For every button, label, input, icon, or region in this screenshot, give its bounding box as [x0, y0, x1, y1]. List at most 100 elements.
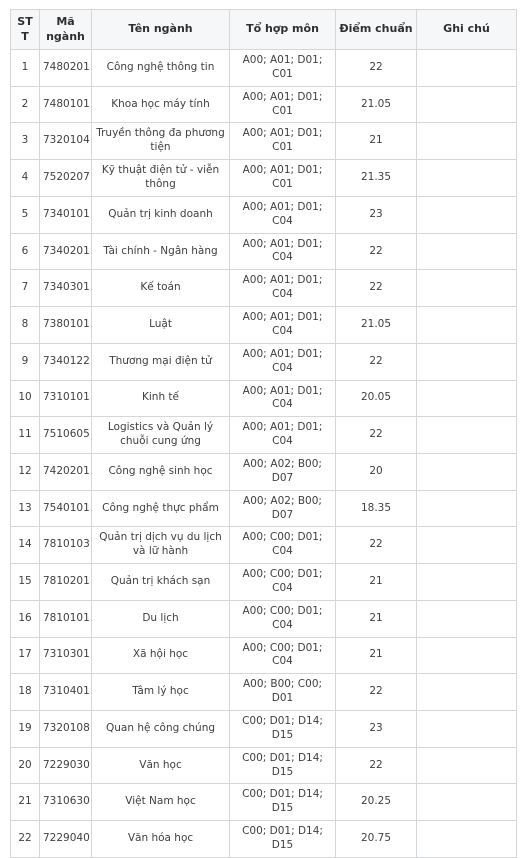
row-diem-chuan: 18.35 [335, 489, 417, 528]
row-ghi-chu [416, 526, 517, 565]
row-ghi-chu [416, 673, 517, 711]
table-body: 1 7480201 Công nghệ thông tin A00; A01; D01… [10, 49, 517, 858]
column-header-ten-nganh: Tên ngành [91, 8, 230, 51]
row-ten-nganh: Quản trị dịch vụ du lịch và lữ hành [91, 526, 230, 565]
column-header-ma-nganh: Mã ngành [39, 8, 92, 51]
row-diem-chuan: 21.05 [335, 85, 417, 124]
row-to-hop-mon: A00; C00; D01; C04 [229, 599, 336, 638]
row-ma-nganh: 7540101 [39, 489, 92, 528]
page-root: STT Mã ngành Tên ngành Tổ hợp môn Điểm c… [0, 0, 527, 858]
row-ghi-chu [416, 232, 517, 271]
row-ma-nganh: 7340101 [39, 195, 92, 234]
row-to-hop-mon: A00; C00; D01; C04 [229, 636, 336, 675]
row-ma-nganh: 7810201 [39, 563, 92, 601]
table-row: 9 7340122 Thương mại điện tử A00; A01; D01;… [10, 342, 517, 381]
row-diem-chuan: 23 [335, 195, 417, 234]
row-ten-nganh: Khoa học máy tính [91, 85, 230, 124]
row-ten-nganh: Tâm lý học [91, 673, 230, 711]
row-to-hop-mon: C00; D01; D14; D15 [229, 783, 336, 822]
row-to-hop-mon: A00; A01; D01; C01 [229, 49, 336, 87]
row-ten-nganh: Thương mại điện tử [91, 342, 230, 381]
row-ma-nganh: 7310630 [39, 783, 92, 822]
row-diem-chuan: 21 [335, 599, 417, 638]
row-ma-nganh: 7310401 [39, 673, 92, 711]
column-header-stt: STT [10, 8, 40, 51]
row-ten-nganh: Kế toán [91, 269, 230, 308]
row-ten-nganh: Quan hệ công chúng [91, 709, 230, 748]
row-diem-chuan: 21.35 [335, 159, 417, 197]
row-ma-nganh: 7480201 [39, 49, 92, 87]
row-diem-chuan: 21.05 [335, 306, 417, 344]
table-row: 7 7340301 Kế toán A00; A01; D01; C04 22 [10, 269, 517, 308]
row-ma-nganh: 7810101 [39, 599, 92, 638]
row-to-hop-mon: A00; A01; D01; C04 [229, 269, 336, 308]
row-diem-chuan: 21 [335, 122, 417, 161]
row-to-hop-mon: A00; A01; D01; C04 [229, 416, 336, 454]
row-diem-chuan: 22 [335, 416, 417, 454]
row-stt: 15 [10, 563, 40, 601]
row-stt: 11 [10, 416, 40, 454]
row-ghi-chu [416, 122, 517, 161]
row-stt: 20 [10, 746, 40, 785]
row-diem-chuan: 22 [335, 269, 417, 308]
row-ma-nganh: 7340201 [39, 232, 92, 271]
row-ma-nganh: 7380101 [39, 306, 92, 344]
row-stt: 6 [10, 232, 40, 271]
row-ten-nganh: Kinh tế [91, 379, 230, 418]
row-ma-nganh: 7320108 [39, 709, 92, 748]
row-stt: 14 [10, 526, 40, 565]
row-ma-nganh: 7310301 [39, 636, 92, 675]
row-to-hop-mon: C00; D01; D14; D15 [229, 820, 336, 858]
row-ghi-chu [416, 709, 517, 748]
row-to-hop-mon: A00; A02; B00; D07 [229, 452, 336, 491]
row-diem-chuan: 20.25 [335, 783, 417, 822]
row-ghi-chu [416, 159, 517, 197]
row-ma-nganh: 7310101 [39, 379, 92, 418]
row-to-hop-mon: A00; A01; D01; C01 [229, 159, 336, 197]
row-stt: 7 [10, 269, 40, 308]
row-ma-nganh: 7510605 [39, 416, 92, 454]
row-ghi-chu [416, 746, 517, 785]
row-ma-nganh: 7229040 [39, 820, 92, 858]
table-row: 18 7310401 Tâm lý học A00; B00; C00; D01 22 [10, 673, 517, 711]
row-stt: 12 [10, 452, 40, 491]
row-stt: 5 [10, 195, 40, 234]
row-ten-nganh: Việt Nam học [91, 783, 230, 822]
table-row: 5 7340101 Quản trị kinh doanh A00; A01; D01… [10, 195, 517, 234]
row-diem-chuan: 22 [335, 526, 417, 565]
row-ten-nganh: Quản trị khách sạn [91, 563, 230, 601]
row-diem-chuan: 20.75 [335, 820, 417, 858]
table-row: 17 7310301 Xã hội học A00; C00; D01; C04 21 [10, 636, 517, 675]
admission-scores-table: STT Mã ngành Tên ngành Tổ hợp môn Điểm c… [10, 8, 517, 858]
row-ten-nganh: Công nghệ thông tin [91, 49, 230, 87]
row-ghi-chu [416, 49, 517, 87]
table-row: 2 7480101 Khoa học máy tính A00; A01; D01; … [10, 85, 517, 124]
row-stt: 21 [10, 783, 40, 822]
row-ten-nganh: Văn học [91, 746, 230, 785]
table-row: 14 7810103 Quản trị dịch vụ du lịch và lữ … [10, 526, 517, 565]
row-to-hop-mon: A00; A01; D01; C04 [229, 379, 336, 418]
row-diem-chuan: 20.05 [335, 379, 417, 418]
row-ghi-chu [416, 820, 517, 858]
row-ten-nganh: Công nghệ thực phẩm [91, 489, 230, 528]
row-diem-chuan: 22 [335, 232, 417, 271]
table-row: 22 7229040 Văn hóa học C00; D01; D14; D15 20… [10, 820, 517, 858]
row-to-hop-mon: A00; B00; C00; D01 [229, 673, 336, 711]
table-row: 12 7420201 Công nghệ sinh học A00; A02; B00… [10, 452, 517, 491]
row-stt: 17 [10, 636, 40, 675]
row-ten-nganh: Văn hóa học [91, 820, 230, 858]
row-diem-chuan: 21 [335, 636, 417, 675]
column-header-ghi-chu: Ghi chú [416, 8, 517, 51]
table-row: 4 7520207 Kỹ thuật điện tử - viễn thông A00… [10, 159, 517, 197]
row-to-hop-mon: A00; A01; D01; C04 [229, 195, 336, 234]
table-row: 11 7510605 Logistics và Quản lý chuỗi cung… [10, 416, 517, 454]
row-to-hop-mon: A00; C00; D01; C04 [229, 563, 336, 601]
row-stt: 4 [10, 159, 40, 197]
row-stt: 22 [10, 820, 40, 858]
table-row: 21 7310630 Việt Nam học C00; D01; D14; D15 2… [10, 783, 517, 822]
row-ghi-chu [416, 599, 517, 638]
row-ghi-chu [416, 489, 517, 528]
column-header-to-hop-mon: Tổ hợp môn [229, 8, 336, 51]
row-to-hop-mon: A00; C00; D01; C04 [229, 526, 336, 565]
column-header-diem-chuan: Điểm chuẩn [335, 8, 417, 51]
